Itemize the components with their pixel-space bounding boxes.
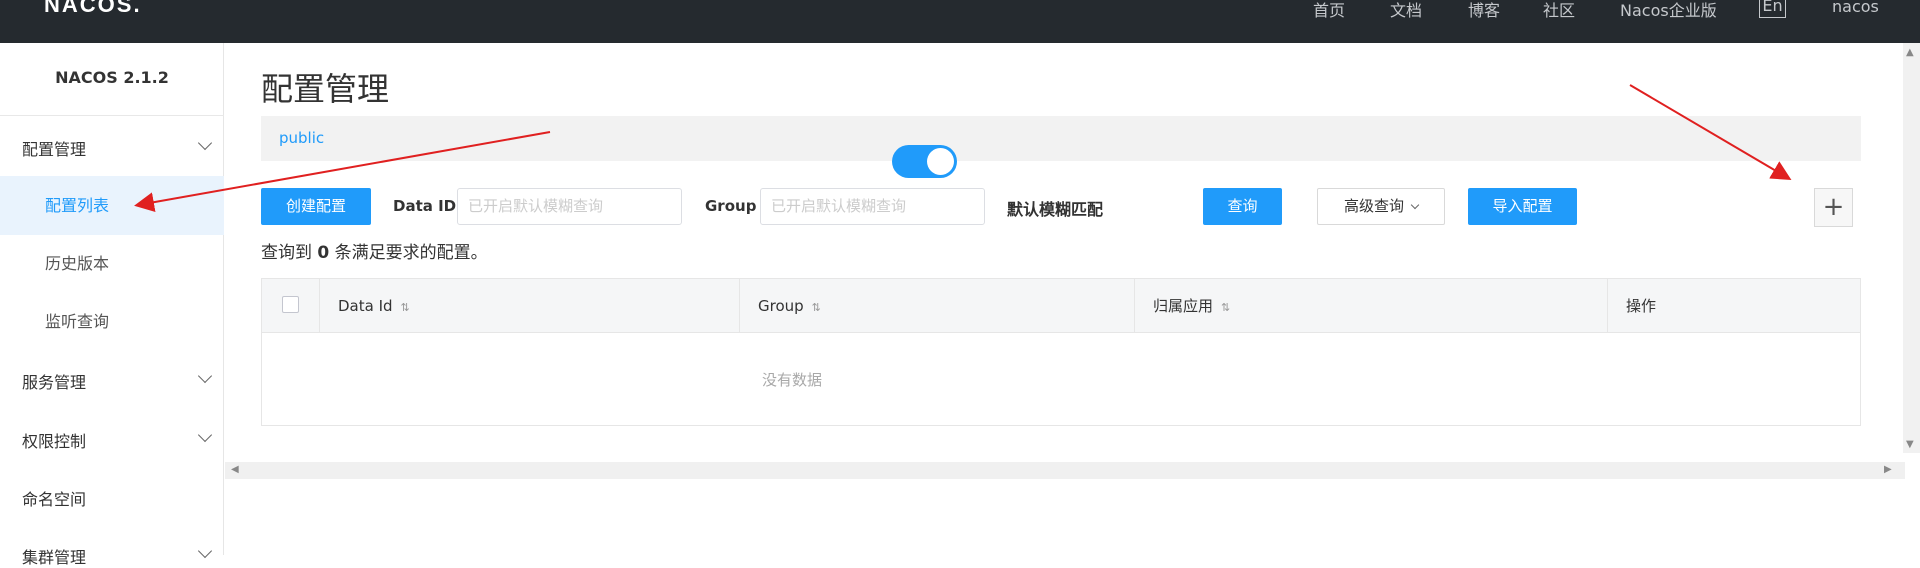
top-navbar: NACOS. 首页 文档 博客 社区 Nacos企业版 En nacos (0, 0, 1920, 43)
group-label: Group (705, 197, 757, 215)
nacos-logo[interactable]: NACOS. (44, 0, 142, 18)
sidebar-group-service[interactable]: 服务管理 (22, 369, 86, 393)
toggle-knob (927, 148, 954, 175)
page-title: 配置管理 (261, 70, 390, 108)
advanced-query-dropdown[interactable]: 高级查询 (1317, 188, 1445, 225)
sort-icon[interactable]: ⇅ (401, 301, 410, 314)
import-config-button[interactable]: 导入配置 (1468, 188, 1577, 225)
query-button[interactable]: 查询 (1203, 188, 1282, 225)
result-count: 0 (317, 243, 330, 263)
fuzzy-match-label: 默认模糊匹配 (1007, 200, 1104, 219)
sidebar-item-history[interactable]: 历史版本 (0, 234, 224, 293)
column-data-id[interactable]: Data Id ⇅ (319, 279, 739, 333)
result-summary: 查询到 0 条满足要求的配置。 (261, 238, 488, 263)
select-all-cell (262, 279, 319, 333)
create-config-button[interactable]: 创建配置 (261, 188, 371, 225)
namespace-bar: public (261, 116, 1861, 161)
sidebar-group-namespace[interactable]: 命名空间 (22, 486, 86, 510)
fuzzy-match-toggle[interactable] (892, 145, 957, 178)
result-prefix: 查询到 (261, 243, 312, 263)
column-app[interactable]: 归属应用 ⇅ (1134, 279, 1607, 333)
data-id-label: Data ID (393, 197, 457, 215)
group-input[interactable]: 已开启默认模糊查询 (760, 188, 985, 225)
column-group[interactable]: Group ⇅ (739, 279, 1134, 333)
select-all-checkbox[interactable] (282, 296, 299, 313)
namespace-public[interactable]: public (279, 129, 324, 147)
nav-home[interactable]: 首页 (1313, 0, 1345, 21)
chevron-down-icon[interactable] (197, 543, 213, 559)
table-header: Data Id ⇅ Group ⇅ 归属应用 ⇅ 操作 (262, 279, 1860, 333)
chevron-down-icon (1410, 200, 1420, 210)
data-id-input[interactable]: 已开启默认模糊查询 (457, 188, 682, 225)
language-toggle[interactable]: En (1759, 0, 1786, 18)
result-suffix: 条满足要求的配置。 (334, 243, 488, 263)
sidebar-item-listener[interactable]: 监听查询 (0, 292, 224, 351)
column-label: 操作 (1626, 297, 1657, 315)
scroll-left-icon[interactable]: ◀ (231, 464, 239, 475)
chevron-down-icon[interactable] (197, 368, 213, 384)
sort-icon[interactable]: ⇅ (812, 301, 821, 314)
scroll-right-icon[interactable]: ▶ (1884, 464, 1892, 475)
sidebar-item-config-list[interactable]: 配置列表 (0, 176, 224, 235)
sidebar-divider (0, 115, 224, 116)
sidebar-group-auth[interactable]: 权限控制 (22, 428, 86, 452)
user-menu[interactable]: nacos (1832, 0, 1879, 16)
sort-icon[interactable]: ⇅ (1221, 301, 1230, 314)
plus-icon[interactable]: + (1814, 188, 1853, 227)
column-label: Group (758, 297, 804, 315)
chevron-down-icon[interactable] (197, 135, 213, 151)
version-label: NACOS 2.1.2 (55, 68, 169, 87)
scroll-up-icon[interactable]: ▲ (1906, 47, 1914, 58)
sidebar-group-cluster[interactable]: 集群管理 (22, 544, 86, 568)
nav-community[interactable]: 社区 (1543, 0, 1575, 21)
horizontal-scrollbar[interactable]: ◀ ▶ (225, 462, 1905, 479)
chevron-down-icon[interactable] (197, 427, 213, 443)
sidebar-group-config[interactable]: 配置管理 (22, 136, 86, 160)
column-actions: 操作 (1607, 279, 1860, 333)
empty-state: 没有数据 (761, 371, 822, 389)
vertical-scrollbar[interactable]: ▲ ▼ (1903, 43, 1920, 453)
sidebar: NACOS 2.1.2 配置管理 配置列表 历史版本 监听查询 服务管理 权限控… (0, 43, 224, 567)
scroll-down-icon[interactable]: ▼ (1906, 439, 1914, 450)
nav-blog[interactable]: 博客 (1468, 0, 1500, 21)
column-label: Data Id (338, 297, 393, 315)
nav-enterprise[interactable]: Nacos企业版 (1620, 0, 1717, 21)
nav-docs[interactable]: 文档 (1390, 0, 1422, 21)
advanced-query-label: 高级查询 (1343, 197, 1404, 215)
config-table: Data Id ⇅ Group ⇅ 归属应用 ⇅ 操作 没有数据 (261, 278, 1861, 426)
column-label: 归属应用 (1153, 297, 1214, 315)
